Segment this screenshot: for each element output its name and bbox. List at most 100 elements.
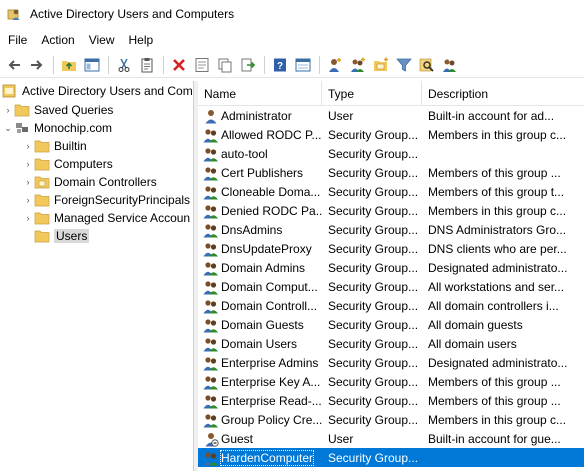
tree-root[interactable]: Active Directory Users and Com bbox=[2, 82, 193, 100]
cell-name: Denied RODC Pa... bbox=[198, 203, 322, 219]
list-row[interactable]: DnsUpdateProxy Security Group... DNS clien… bbox=[198, 239, 584, 258]
tree-item-domain[interactable]: ⌄ Monochip.com bbox=[2, 119, 112, 137]
list-row[interactable]: Cert Publishers Security Group... Members … bbox=[198, 163, 584, 182]
forward-button[interactable] bbox=[26, 54, 48, 76]
cell-name-text: Enterprise Admins bbox=[221, 355, 319, 370]
list-row[interactable]: Domain Admins Security Group... Designated… bbox=[198, 258, 584, 277]
cell-name: Cert Publishers bbox=[198, 165, 322, 181]
tree-item-foreignsecurityprincipals[interactable]: › ForeignSecurityPrincipals bbox=[22, 191, 191, 209]
expand-chevron-icon[interactable]: › bbox=[22, 155, 34, 173]
up-folder-icon bbox=[62, 60, 76, 71]
list-row[interactable]: DnsAdmins Security Group... DNS Administra… bbox=[198, 220, 584, 239]
clipboard-button[interactable] bbox=[136, 54, 158, 76]
column-header-type[interactable]: Type bbox=[322, 81, 422, 106]
cell-name: Allowed RODC P... bbox=[198, 127, 322, 143]
tree-item-label: Computers bbox=[54, 157, 113, 171]
cell-type: Security Group... bbox=[328, 203, 419, 218]
cell-name: auto-tool bbox=[198, 146, 322, 162]
list-row[interactable]: Allowed RODC P... Security Group... Member… bbox=[198, 125, 584, 144]
cell-description: DNS Administrators Gro... bbox=[428, 222, 567, 237]
list-row[interactable]: Guest User Built-in account for gue... bbox=[198, 429, 584, 448]
cell-name: Domain Users bbox=[198, 336, 322, 352]
toolbar-separator bbox=[319, 55, 320, 74]
no-chevron bbox=[22, 227, 34, 245]
delete-button[interactable] bbox=[168, 54, 190, 76]
expand-chevron-icon[interactable]: › bbox=[2, 101, 14, 119]
back-button[interactable] bbox=[3, 54, 25, 76]
back-icon bbox=[8, 59, 20, 70]
tree-item-label: Builtin bbox=[54, 139, 87, 153]
security-group-icon bbox=[203, 393, 219, 409]
collapse-chevron-icon[interactable]: ⌄ bbox=[2, 119, 14, 137]
list-row[interactable]: Domain Guests Security Group... All domain… bbox=[198, 315, 584, 334]
console-view-button[interactable] bbox=[292, 54, 314, 76]
add-to-group-button[interactable] bbox=[439, 54, 461, 76]
console-view-icon bbox=[295, 58, 311, 71]
tree-item-saved-queries[interactable]: › Saved Queries bbox=[2, 101, 114, 119]
list-row[interactable]: HardenComputer Security Group... bbox=[198, 448, 584, 467]
list-row[interactable]: Group Policy Cre... Security Group... Memb… bbox=[198, 410, 584, 429]
list-row[interactable]: Domain Comput... Security Group... All wor… bbox=[198, 277, 584, 296]
list-row[interactable]: Administrator User Built-in account for ad… bbox=[198, 106, 584, 125]
details-list: Name Type Description Administrator User B… bbox=[198, 81, 584, 471]
list-row[interactable]: Enterprise Key A... Security Group... Memb… bbox=[198, 372, 584, 391]
list-row[interactable]: Enterprise Admins Security Group... Design… bbox=[198, 353, 584, 372]
expand-chevron-icon[interactable]: › bbox=[22, 209, 34, 227]
cell-type: Security Group... bbox=[328, 298, 419, 313]
security-group-icon bbox=[203, 317, 219, 333]
column-header-name[interactable]: Name bbox=[198, 81, 322, 106]
menu-view[interactable]: View bbox=[82, 30, 122, 50]
cell-description: Members in this group c... bbox=[428, 203, 567, 218]
list-row[interactable]: Domain Controll... Security Group... All d… bbox=[198, 296, 584, 315]
expand-chevron-icon[interactable]: › bbox=[22, 173, 34, 191]
tree-item-users[interactable]: Users bbox=[22, 227, 90, 245]
list-row[interactable]: auto-tool Security Group... bbox=[198, 144, 584, 163]
new-group-button[interactable] bbox=[347, 54, 369, 76]
security-group-icon bbox=[203, 146, 219, 162]
tree-item-label: Monochip.com bbox=[34, 121, 113, 135]
tree-item-managed-service-accoun[interactable]: › Managed Service Accoun bbox=[22, 209, 191, 227]
cell-type: User bbox=[328, 108, 354, 123]
tree-item-domain-controllers[interactable]: › Domain Controllers bbox=[22, 173, 157, 191]
toolbar-separator bbox=[108, 55, 109, 74]
new-user-button[interactable] bbox=[324, 54, 346, 76]
cell-type: Security Group... bbox=[328, 127, 419, 142]
show-console-tree-button[interactable] bbox=[81, 54, 103, 76]
menu-help[interactable]: Help bbox=[122, 30, 161, 50]
security-group-icon bbox=[203, 336, 219, 352]
list-row[interactable]: Cloneable Doma... Security Group... Member… bbox=[198, 182, 584, 201]
list-body: Administrator User Built-in account for ad… bbox=[198, 106, 584, 467]
help-button[interactable]: ? bbox=[269, 54, 291, 76]
security-group-icon bbox=[203, 165, 219, 181]
column-header-description[interactable]: Description bbox=[422, 81, 584, 106]
tree-root-label: Active Directory Users and Com bbox=[22, 84, 193, 98]
list-row[interactable]: Domain Users Security Group... All domain … bbox=[198, 334, 584, 353]
folder-icon bbox=[34, 229, 50, 243]
tree-item-builtin[interactable]: › Builtin bbox=[22, 137, 87, 155]
cut-button[interactable] bbox=[113, 54, 135, 76]
help-icon: ? bbox=[274, 58, 286, 72]
security-group-icon bbox=[203, 260, 219, 276]
menu-file[interactable]: File bbox=[0, 30, 34, 50]
tree-item-computers[interactable]: › Computers bbox=[22, 155, 113, 173]
cell-name-text: Domain Admins bbox=[221, 260, 306, 275]
copy-button[interactable] bbox=[214, 54, 236, 76]
cell-type: Security Group... bbox=[328, 184, 419, 199]
export-button[interactable] bbox=[237, 54, 259, 76]
menu-action[interactable]: Action bbox=[34, 30, 81, 50]
cell-type: Security Group... bbox=[328, 412, 419, 427]
cell-name: Domain Comput... bbox=[198, 279, 322, 295]
cell-name-text: DnsUpdateProxy bbox=[221, 241, 312, 256]
up-folder-button[interactable] bbox=[58, 54, 80, 76]
toolbar-separator bbox=[53, 55, 54, 74]
security-group-icon bbox=[203, 127, 219, 143]
find-button[interactable] bbox=[416, 54, 438, 76]
expand-chevron-icon[interactable]: › bbox=[22, 137, 34, 155]
new-ou-button[interactable] bbox=[370, 54, 392, 76]
filter-button[interactable] bbox=[393, 54, 415, 76]
show-console-tree-icon bbox=[84, 58, 100, 71]
expand-chevron-icon[interactable]: › bbox=[22, 191, 34, 209]
list-row[interactable]: Denied RODC Pa... Security Group... Member… bbox=[198, 201, 584, 220]
list-row[interactable]: Enterprise Read-... Security Group... Memb… bbox=[198, 391, 584, 410]
properties-button[interactable] bbox=[191, 54, 213, 76]
